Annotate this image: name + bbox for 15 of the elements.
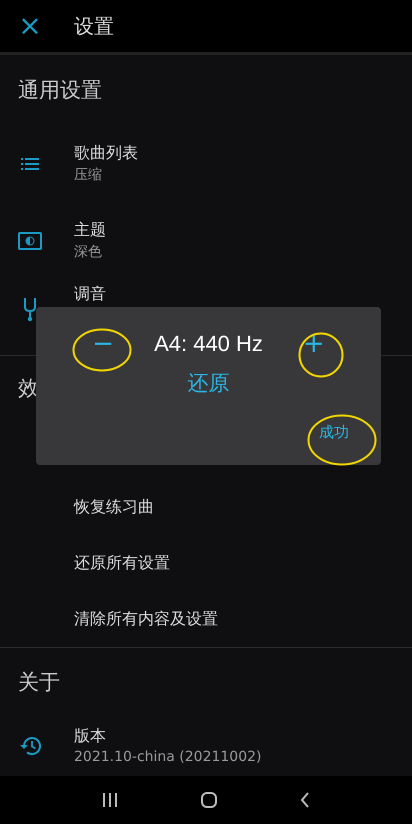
item-title: 还原所有设置 bbox=[74, 552, 170, 574]
item-value: 压缩 bbox=[74, 166, 103, 184]
section-title: 通用设置 bbox=[18, 77, 102, 104]
item-title: 清除所有内容及设置 bbox=[74, 608, 218, 630]
page-title: 设置 bbox=[74, 12, 114, 40]
item-title: 主题 bbox=[74, 220, 106, 241]
item-value: 2021.10-china (20211002) bbox=[74, 749, 262, 765]
item-title: 恢复练习曲 bbox=[74, 496, 154, 518]
item-title: 版本 bbox=[74, 726, 107, 747]
item-value: 深色 bbox=[74, 243, 103, 261]
section-title: 效 bbox=[18, 375, 39, 402]
item-title: 调音 bbox=[74, 284, 106, 305]
section-title: 关于 bbox=[18, 668, 60, 696]
item-title: 歌曲列表 bbox=[74, 143, 138, 164]
pitch-value: A4: 440 Hz bbox=[154, 331, 263, 357]
